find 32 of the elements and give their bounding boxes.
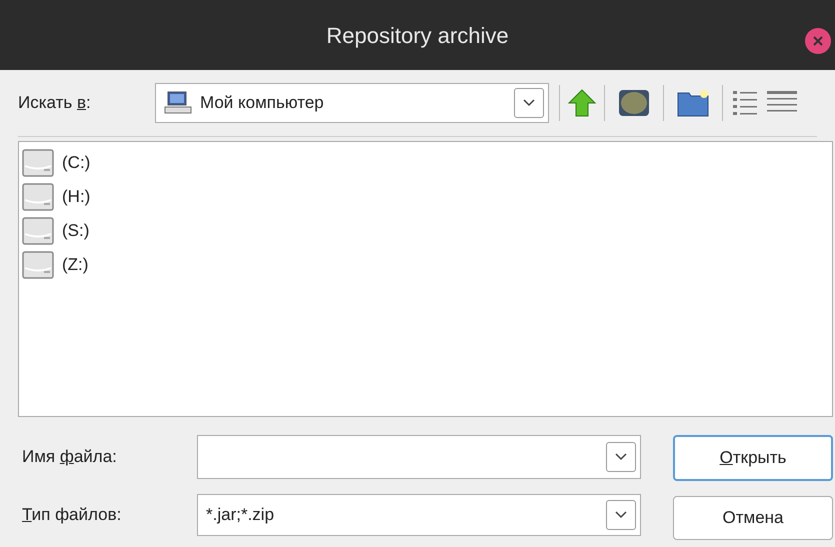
file-type-dropdown[interactable]: *.jar;*.zip — [197, 494, 641, 536]
window-title: Repository archive — [326, 22, 509, 50]
dropdown-button[interactable] — [606, 500, 636, 530]
drive-item[interactable]: (Z:) — [22, 248, 832, 282]
look-in-label: Искать в: — [18, 92, 92, 114]
drive-icon — [22, 251, 54, 279]
file-type-label: Тип файлов: — [22, 504, 122, 526]
chevron-icon — [615, 511, 627, 519]
chevron-icon — [523, 99, 535, 107]
drive-item[interactable]: (C:) — [22, 146, 832, 180]
open-button[interactable]: Открыть — [673, 435, 833, 481]
file-name-field[interactable] — [197, 435, 641, 479]
drive-icon — [22, 217, 54, 245]
drive-icon — [22, 149, 54, 177]
drive-item[interactable]: (S:) — [22, 214, 832, 248]
up-arrow-icon — [567, 88, 597, 118]
chevron-icon — [615, 453, 627, 461]
look-in-dropdown[interactable]: Мой компьютер — [155, 83, 549, 123]
close-button[interactable] — [805, 28, 831, 54]
close-icon — [812, 35, 824, 47]
computer-icon — [164, 91, 192, 115]
file-name-label: Имя файла: — [22, 446, 118, 468]
list-icon — [733, 90, 757, 116]
cancel-button[interactable]: Отмена — [673, 496, 833, 540]
dropdown-button[interactable] — [606, 442, 636, 472]
folder-icon — [677, 89, 709, 117]
drive-item[interactable]: (H:) — [22, 180, 832, 214]
drive-icon — [22, 183, 54, 211]
file-type-value: *.jar;*.zip — [206, 504, 276, 526]
dropdown-button[interactable] — [514, 88, 544, 118]
look-in-value: Мой компьютер — [200, 92, 325, 114]
disc-icon — [618, 89, 650, 117]
